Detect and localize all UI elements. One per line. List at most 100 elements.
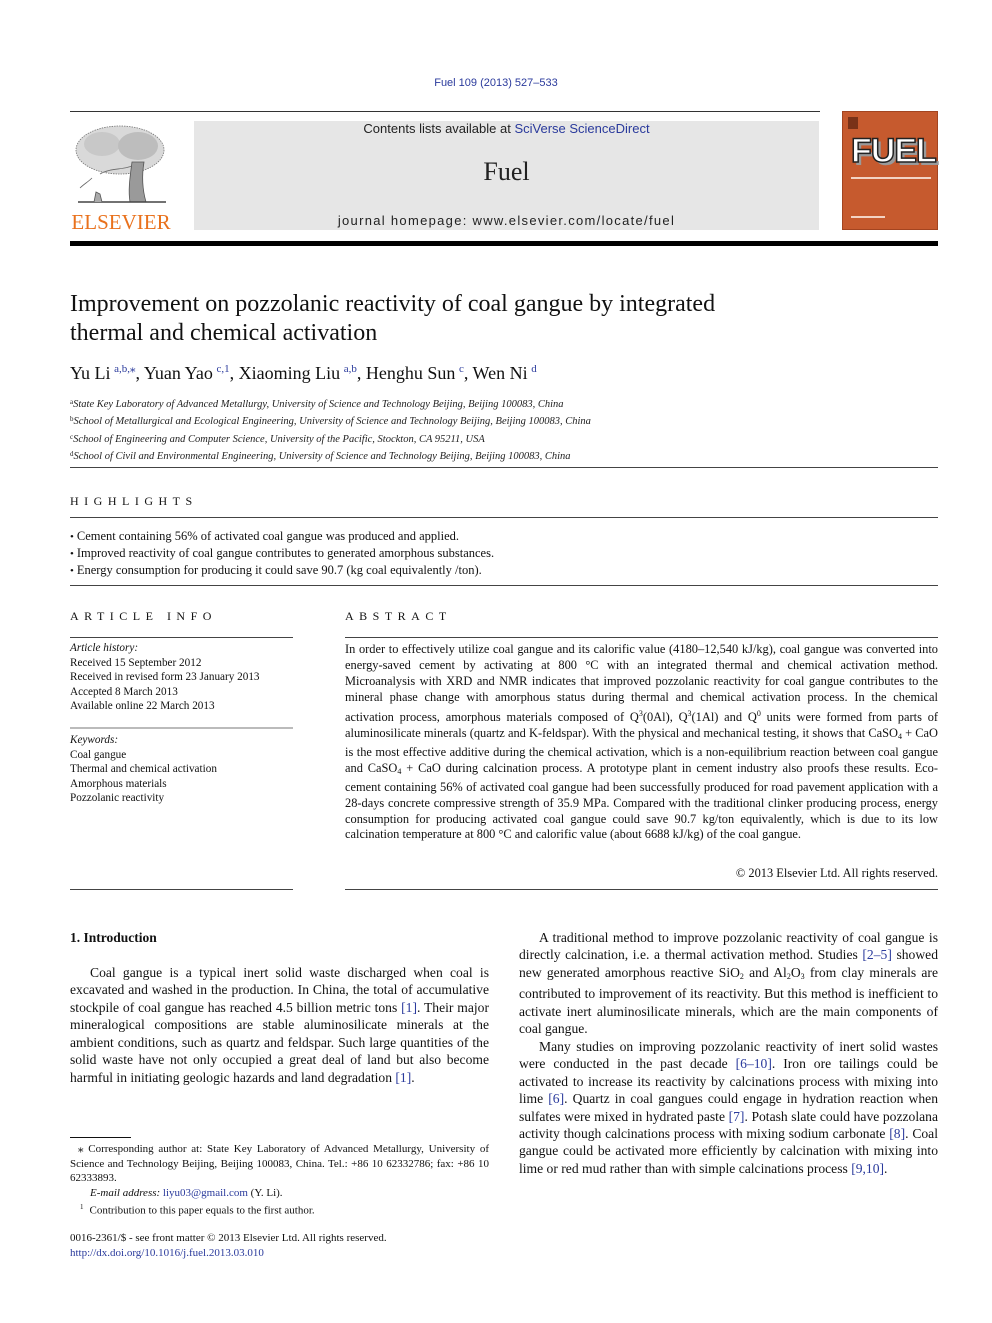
text-segment: . <box>411 1069 415 1085</box>
affiliations-divider <box>70 467 938 468</box>
highlights-list: Cement containing 56% of activated coal … <box>70 528 494 580</box>
history-item: Received 15 September 2012 <box>70 656 202 669</box>
intro-paragraph-1: Coal gangue is a typical inert solid was… <box>70 964 489 1086</box>
section-heading-introduction: 1. Introduction <box>70 930 157 945</box>
keywords-divider <box>70 727 293 729</box>
intro-paragraph-3: Many studies on improving pozzolanic rea… <box>519 1038 938 1178</box>
citation-link[interactable]: [9,10] <box>851 1161 884 1176</box>
citation-link[interactable]: [6] <box>548 1091 564 1106</box>
header-thick-divider <box>70 241 938 246</box>
contents-line: Contents lists available at SciVerse Sci… <box>194 121 819 136</box>
keyword-item: Thermal and chemical activation <box>70 763 217 775</box>
journal-name: Fuel <box>483 157 530 186</box>
author-affiliation-marks[interactable]: d <box>531 363 537 375</box>
issn-block: 0016-2361/$ - see front matter © 2013 El… <box>70 1231 387 1260</box>
author-name: Yu Li <box>70 363 111 383</box>
article-info-divider <box>70 637 293 638</box>
history-item: Accepted 8 March 2013 <box>70 685 178 698</box>
cover-title: FUEL <box>850 132 937 170</box>
article-info-heading: ARTICLE INFO <box>70 609 217 623</box>
affiliation-item: bSchool of Metallurgical and Ecological … <box>70 412 591 429</box>
highlight-item: Energy consumption for producing it coul… <box>70 562 494 579</box>
abstract-divider <box>345 637 938 638</box>
affiliation-text: School of Engineering and Computer Scien… <box>73 433 485 445</box>
abstract-segment: (1Al) and Q <box>691 709 757 724</box>
author-name: Henghu Sun <box>365 363 456 383</box>
author-separator: , <box>135 363 144 383</box>
doi-link[interactable]: http://dx.doi.org/10.1016/j.fuel.2013.03… <box>70 1247 264 1259</box>
author-affiliation-marks[interactable]: c,1 <box>216 363 229 375</box>
intro-column-left: Coal gangue is a typical inert solid was… <box>70 964 489 1086</box>
keyword-item: Amorphous materials <box>70 777 167 790</box>
author-separator: , <box>356 363 366 383</box>
citation-link[interactable]: [6–10] <box>736 1056 772 1071</box>
email-label: E-mail address: <box>90 1186 163 1199</box>
journal-cover-thumbnail[interactable]: FUEL <box>842 111 938 230</box>
history-item: Available online 22 March 2013 <box>70 700 215 712</box>
author-list: Yu Li a,b,⁎, Yuan Yao c,1, Xiaoming Liu … <box>70 362 537 384</box>
cover-tagline <box>851 177 931 179</box>
abstract-heading: ABSTRACT <box>345 609 452 623</box>
text-segment: and Al <box>743 964 787 980</box>
highlight-item: Cement containing 56% of activated coal … <box>70 528 494 545</box>
keyword-item: Coal gangue <box>70 748 127 761</box>
abstract-segment: + CaO dur­ing calcination process. A pro… <box>345 760 939 842</box>
corresponding-author-note: ⁎ Corresponding author at: State Key Lab… <box>70 1143 489 1185</box>
history-label: Article history: <box>70 642 139 654</box>
issn-line: 0016-2361/$ - see front matter © 2013 El… <box>70 1232 387 1244</box>
elsevier-logo[interactable]: ELSEVIER <box>70 120 172 234</box>
article-info-bottom-divider <box>70 889 293 890</box>
highlights-heading: HIGHLIGHTS <box>70 494 198 508</box>
article-title: Improvement on pozzolanic reactivity of … <box>70 290 830 348</box>
title-line-1: Improvement on pozzolanic reactivity of … <box>70 291 716 317</box>
footnote-text: Contribution to this paper equals to the… <box>89 1205 315 1218</box>
email-suffix: (Y. Li). <box>247 1186 283 1199</box>
highlights-bottom-divider <box>70 585 938 586</box>
article-history: Article history: Received 15 September 2… <box>70 641 260 714</box>
author-name: Xiaoming Liu <box>238 363 341 383</box>
email-link[interactable]: liyu03@gmail.com <box>163 1187 248 1199</box>
affiliation-text: School of Civil and Environmental Engine… <box>73 450 571 462</box>
homepage-url[interactable]: www.elsevier.com/locate/fuel <box>473 213 676 228</box>
author-affiliation-marks[interactable]: a,b <box>344 363 357 375</box>
homepage-prefix: journal homepage: <box>337 213 473 228</box>
header-divider <box>70 111 820 112</box>
keywords-label: Keywords: <box>70 734 119 746</box>
citation-link[interactable]: [8] <box>889 1126 905 1141</box>
author-affiliation-marks[interactable]: a,b,⁎ <box>114 363 135 375</box>
elsevier-wordmark: ELSEVIER <box>71 210 171 234</box>
journal-banner: Contents lists available at SciVerse Sci… <box>194 121 819 230</box>
abstract-bottom-divider <box>345 889 938 890</box>
affiliation-item: aState Key Laboratory of Advanced Metall… <box>70 395 591 412</box>
author-separator: , <box>229 363 239 383</box>
abstract-segment: (0Al), Q <box>642 709 688 724</box>
author-separator: , <box>463 363 473 383</box>
footnotes: ⁎ Corresponding author at: State Key Lab… <box>70 1142 489 1219</box>
journal-citation[interactable]: Fuel 109 (2013) 527–533 <box>0 77 992 89</box>
text-segment: . <box>884 1160 888 1176</box>
contents-prefix: Contents lists available at <box>363 121 515 136</box>
author-name: Yuan Yao <box>143 363 213 383</box>
cover-publisher-icon <box>848 117 858 129</box>
text-segment: O <box>790 964 801 980</box>
footnote-divider <box>70 1137 131 1138</box>
intro-column-right: A traditional method to improve pozzolan… <box>519 929 938 1177</box>
citation-link[interactable]: [7] <box>729 1109 745 1124</box>
cover-editor-line <box>851 216 885 218</box>
citation-link[interactable]: [2–5] <box>862 947 891 962</box>
affiliation-item: dSchool of Civil and Environmental Engin… <box>70 447 591 464</box>
contribution-note: 1 Contribution to this paper equals to th… <box>70 1200 489 1218</box>
sciencedirect-link[interactable]: SciVerse ScienceDirect <box>514 121 649 136</box>
affiliation-text: State Key Laboratory of Advanced Metallu… <box>73 399 564 410</box>
footnote-mark: 1 <box>80 1203 84 1212</box>
abstract-copyright: © 2013 Elsevier Ltd. All rights reserved… <box>735 866 938 880</box>
journal-homepage: journal homepage: www.elsevier.com/locat… <box>194 213 819 228</box>
citation-link[interactable]: [1] <box>401 1000 417 1015</box>
highlights-divider <box>70 517 938 518</box>
citation-link[interactable]: [1] <box>395 1070 411 1085</box>
title-line-2: thermal and chemical activation <box>70 320 378 346</box>
abstract-text: In order to effectively utilize coal gan… <box>345 642 938 843</box>
keyword-item: Pozzolanic reactivity <box>70 792 165 804</box>
elsevier-tree-icon <box>75 125 166 203</box>
keywords: Keywords: Coal gangue Thermal and chemic… <box>70 733 217 806</box>
